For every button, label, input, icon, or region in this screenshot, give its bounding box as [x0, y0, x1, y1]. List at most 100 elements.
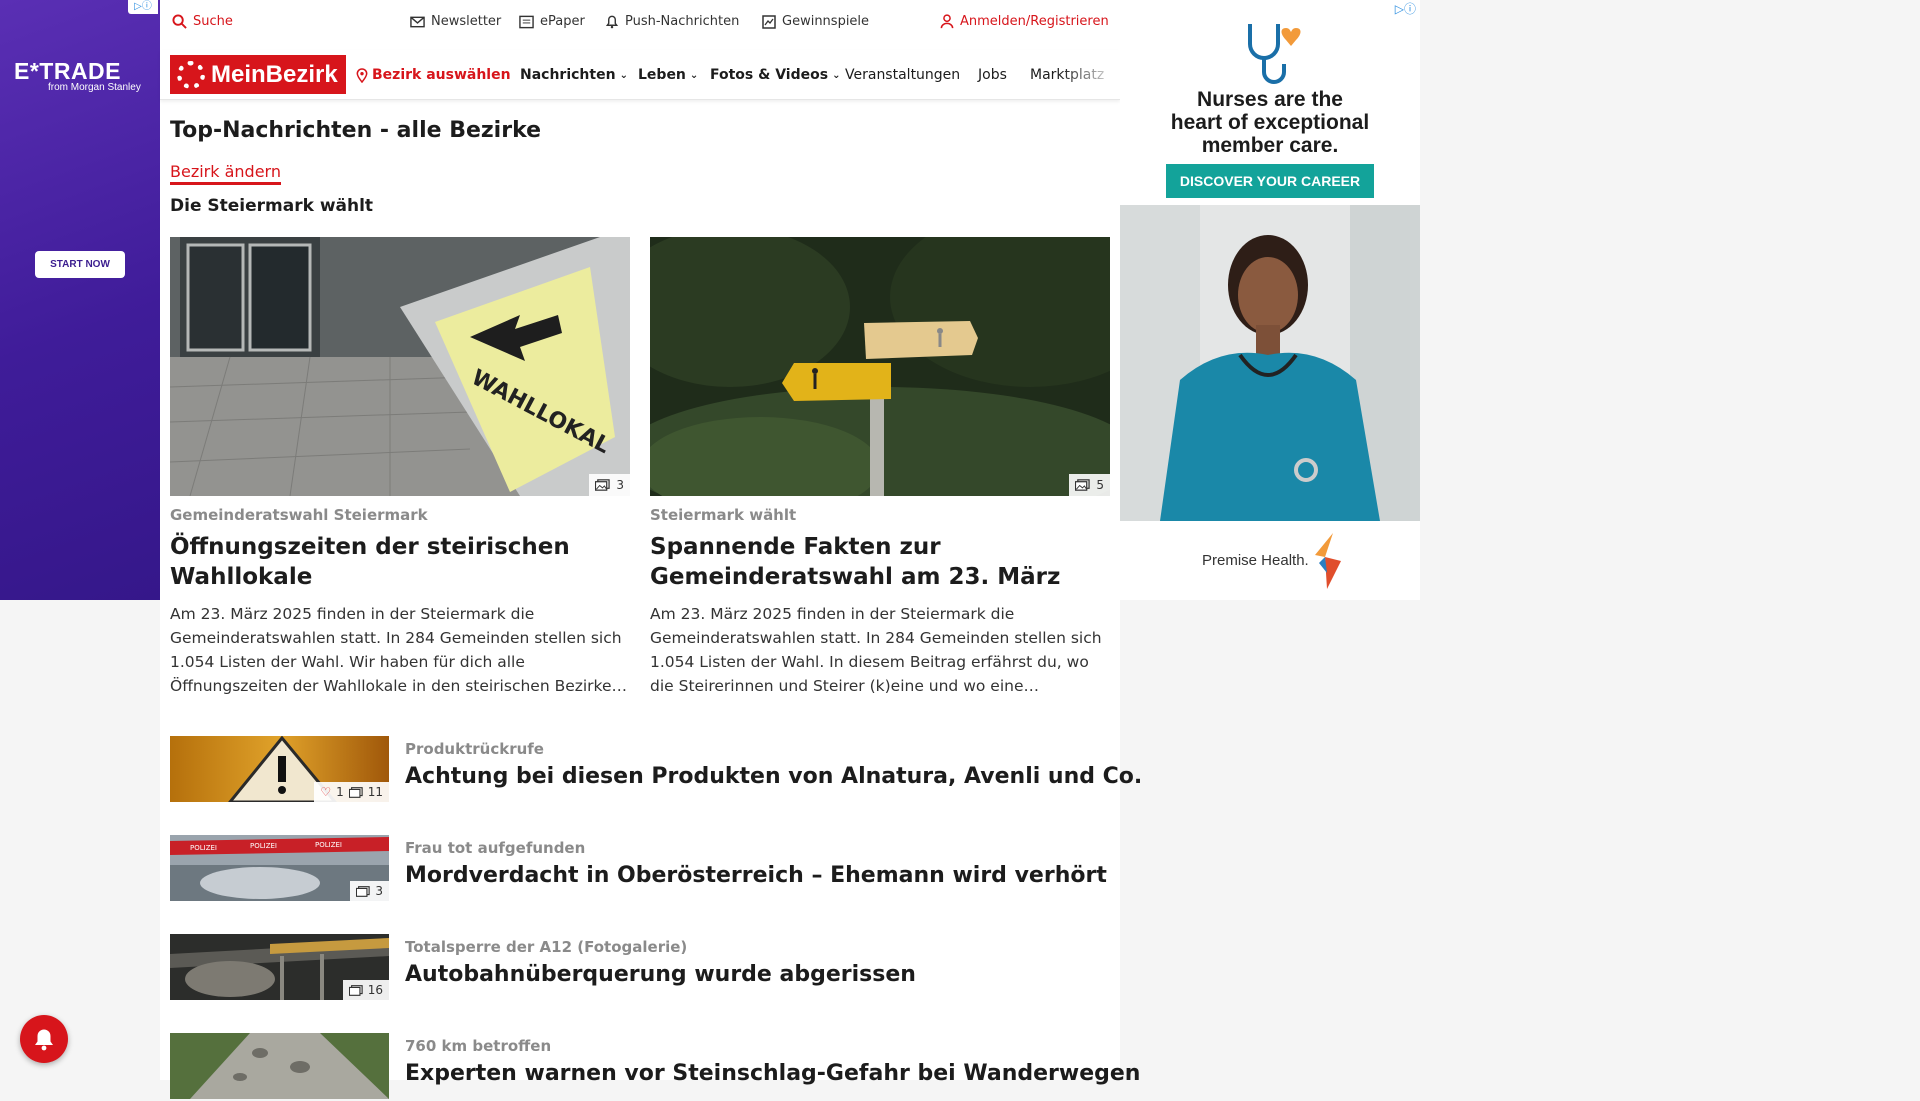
gewinnspiele-link[interactable]: Gewinnspiele	[762, 14, 869, 29]
rockfall-photo	[170, 1033, 389, 1099]
chevron-down-icon: ⌄	[689, 69, 699, 81]
nav-item-nachrichten[interactable]: Nachrichten ⌄	[520, 67, 628, 83]
article-thumbnail[interactable]: 16	[170, 934, 389, 1000]
article-headline[interactable]: Autobahnüberquerung wurde abgerissen	[405, 962, 916, 987]
article-kicker: Steiermark wählt	[650, 506, 797, 524]
user-icon	[940, 14, 954, 29]
push-label: Push-Nachrichten	[625, 14, 740, 29]
photo-count: 5	[1096, 478, 1104, 492]
gewinnspiele-label: Gewinnspiele	[782, 14, 870, 29]
wahllokal-photo: WAHLLOKAL	[170, 237, 630, 496]
ad-brand-sub: from Morgan Stanley	[48, 82, 141, 93]
newspaper-icon	[519, 15, 534, 28]
bell-icon	[605, 15, 619, 29]
bell-icon	[35, 1029, 53, 1051]
gallery-icon	[356, 885, 371, 897]
bezirk-select-button[interactable]: Bezirk auswählen	[356, 67, 511, 83]
ad-headline-line: heart of exceptional	[1170, 111, 1370, 134]
article-kicker: Frau tot aufgefunden	[405, 839, 586, 857]
nav-item-fotos-videos[interactable]: Fotos & Videos ⌄	[710, 67, 840, 83]
epaper-label: ePaper	[540, 14, 585, 29]
nav-item-leben[interactable]: Leben ⌄	[638, 67, 698, 83]
chevron-down-icon: ⌄	[832, 69, 841, 81]
push-notification-bell-button[interactable]	[20, 1015, 68, 1063]
reaction-badge: ♡ 1 11	[314, 782, 389, 802]
article-image[interactable]: 5	[650, 237, 1110, 496]
ad-discover-career-button[interactable]: DISCOVER YOUR CAREER	[1166, 164, 1374, 198]
login-link[interactable]: Anmelden/Registrieren	[940, 14, 1109, 29]
login-label: Anmelden/Registrieren	[960, 14, 1109, 29]
article-headline[interactable]: Spannende Fakten zur Gemeinderatswahl am…	[650, 532, 1110, 592]
nav-item-label: Nachrichten	[520, 67, 616, 83]
meinbezirk-logo[interactable]: MeinBezirk	[170, 55, 346, 94]
main-content: Suche Newsletter ePaper Push-Nachrichten…	[160, 0, 1142, 1099]
nav-item-veranstaltungen[interactable]: Veranstaltungen	[845, 67, 960, 83]
article-headline[interactable]: Achtung bei diesen Produkten von Alnatur…	[405, 764, 1142, 789]
location-pin-icon	[356, 67, 368, 83]
adchoices-icon[interactable]: ▷ⓘ	[1395, 0, 1416, 17]
article-image[interactable]: WAHLLOKAL 3	[170, 237, 630, 496]
article-kicker: Produktrückrufe	[405, 740, 544, 758]
article-thumbnail[interactable]: POLIZEI POLIZEI POLIZEI 3	[170, 835, 389, 901]
premise-health-logo-icon	[1315, 533, 1341, 589]
logo-gear-icon	[177, 60, 205, 89]
photo-count: 3	[375, 884, 383, 898]
mail-icon	[410, 16, 425, 27]
search-label: Suche	[193, 14, 233, 29]
newsletter-link[interactable]: Newsletter	[410, 14, 501, 29]
list-item[interactable]: 16 Totalsperre der A12 (Fotogalerie) Aut…	[170, 934, 1110, 1002]
logo-text: MeinBezirk	[211, 60, 338, 88]
article-thumbnail[interactable]	[170, 1033, 389, 1099]
ad-headline-line: Nurses are the	[1197, 88, 1343, 111]
photo-count: 11	[367, 785, 383, 799]
nav-item-jobs[interactable]: Jobs	[978, 67, 1007, 83]
like-count: 1	[336, 785, 344, 799]
article-thumbnail[interactable]: ♡ 1 11	[170, 736, 389, 802]
article-kicker: 760 km betroffen	[405, 1037, 552, 1055]
signpost-photo	[650, 237, 1110, 496]
ad-brand-logo: E*TRADE	[14, 58, 122, 84]
search-icon	[172, 14, 187, 29]
article-headline[interactable]: Experten warnen vor Steinschlag-Gefahr b…	[405, 1061, 1140, 1086]
push-link[interactable]: Push-Nachrichten	[605, 14, 739, 29]
epaper-link[interactable]: ePaper	[519, 14, 585, 29]
chevron-down-icon: ⌄	[619, 69, 628, 81]
photo-count-badge: 3	[350, 881, 389, 901]
gift-icon	[762, 14, 776, 29]
photo-count-badge: 3	[589, 474, 630, 496]
search-link[interactable]: Suche	[172, 14, 233, 29]
nav-item-label: Leben	[638, 67, 686, 83]
photo-count-badge: 16	[342, 980, 389, 1000]
tape-text: POLIZEI	[190, 844, 217, 852]
list-item[interactable]: 760 km betroffen Experten warnen vor Ste…	[170, 1033, 1140, 1101]
featured-article-card[interactable]: WAHLLOKAL 3 Gemeinderatswahl Steiermark …	[170, 237, 630, 698]
article-headline[interactable]: Mordverdacht in Oberösterreich – Ehemann…	[405, 863, 1107, 888]
nurse-photo	[1120, 205, 1420, 521]
list-item[interactable]: POLIZEI POLIZEI POLIZEI 3 Frau tot aufge…	[170, 835, 1110, 903]
photo-count: 3	[616, 478, 624, 492]
gallery-icon	[348, 786, 363, 798]
article-headline[interactable]: Öffnungszeiten der steirischen Wahllokal…	[170, 532, 630, 592]
right-ad-banner[interactable]: ▷ⓘ Nurses are the heart of exceptional m…	[1120, 0, 1420, 600]
stethoscope-heart-icon	[1248, 24, 1301, 84]
ad-start-now-button[interactable]: START NOW	[35, 251, 125, 278]
list-item[interactable]: ♡ 1 11 Produktrückrufe Achtung bei diese…	[170, 736, 1142, 804]
change-bezirk-link[interactable]: Bezirk ändern	[170, 162, 281, 185]
nav-item-label: Jobs	[978, 67, 1007, 83]
bezirk-select-label: Bezirk auswählen	[372, 67, 511, 83]
article-kicker: Gemeinderatswahl Steiermark	[170, 506, 428, 524]
left-ad-banner[interactable]: ▷ⓘ E*TRADE from Morgan Stanley START NOW	[0, 0, 160, 600]
gallery-icon	[348, 984, 363, 996]
article-teaser: Am 23. März 2025 finden in der Steiermar…	[650, 605, 1102, 695]
heart-icon: ♡	[320, 785, 332, 799]
section-heading: Die Steiermark wählt	[170, 196, 374, 216]
gallery-icon	[1075, 479, 1091, 491]
gallery-icon	[595, 479, 611, 491]
ad-headline: Nurses are the heart of exceptional memb…	[1120, 88, 1420, 157]
nav-fade	[1060, 50, 1120, 99]
nav-item-label: Fotos & Videos	[710, 67, 829, 83]
tape-text: POLIZEI	[250, 842, 277, 850]
article-teaser: Am 23. März 2025 finden in der Steiermar…	[170, 605, 628, 695]
adchoices-icon[interactable]: ▷ⓘ	[128, 0, 158, 14]
featured-article-card[interactable]: 5 Steiermark wählt Spannende Fakten zur …	[650, 237, 1110, 698]
